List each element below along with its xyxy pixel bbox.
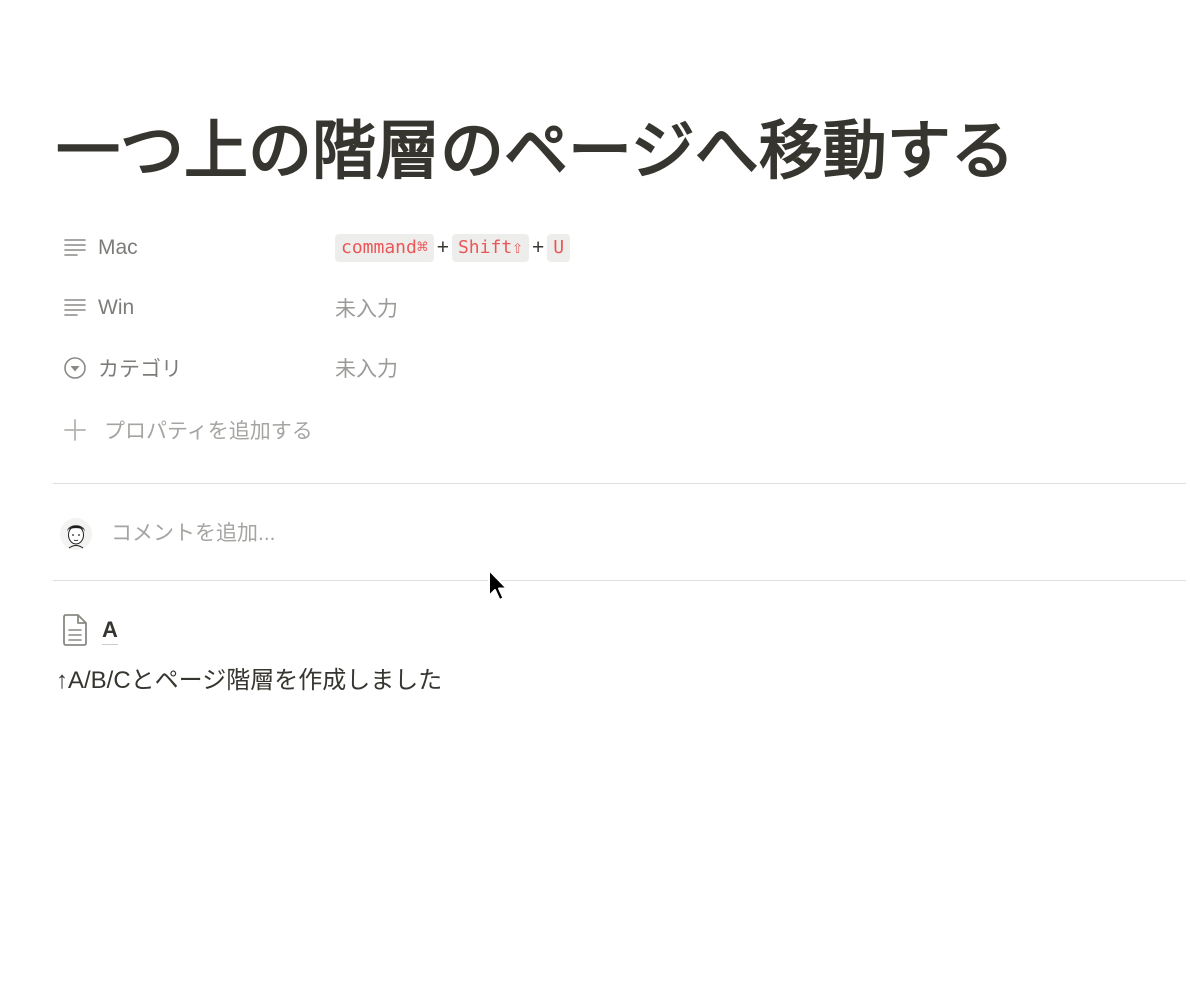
key-shift: Shift⇧ (451, 234, 529, 262)
property-name-category[interactable]: カテゴリ (56, 348, 335, 388)
divider (53, 483, 1186, 484)
property-value-win[interactable]: 未入力 (335, 288, 398, 328)
key-u: U (547, 234, 571, 262)
property-row-mac: Mac command⌘ + Shift⇧ + U (56, 228, 1176, 268)
subpage-label: A (102, 616, 118, 645)
property-value-mac[interactable]: command⌘ + Shift⇧ + U (335, 228, 571, 268)
text-lines-icon (63, 236, 87, 260)
property-name-win[interactable]: Win (56, 288, 335, 328)
plus-icon (64, 419, 86, 441)
key-command: command⌘ (335, 234, 434, 262)
page: 一つ上の階層のページへ移動する Mac command⌘ + Shift⇧ + (0, 0, 1190, 1000)
comment-input[interactable] (111, 522, 711, 546)
select-circle-icon (63, 356, 87, 380)
body-paragraph[interactable]: ↑A/B/Cとページ階層を作成しました (56, 664, 442, 698)
key-separator: + (532, 236, 545, 259)
page-title[interactable]: 一つ上の階層のページへ移動する (56, 108, 1015, 196)
property-label: Mac (98, 236, 138, 259)
property-value-category[interactable]: 未入力 (335, 348, 398, 388)
key-separator: + (436, 236, 449, 259)
comment-row (60, 514, 711, 554)
property-row-category: カテゴリ 未入力 (56, 348, 1176, 388)
divider (53, 580, 1186, 581)
user-avatar-icon (60, 518, 92, 550)
add-property-label: プロパティを追加する (104, 420, 313, 443)
property-label: カテゴリ (98, 358, 182, 381)
property-label: Win (98, 296, 135, 319)
text-lines-icon (63, 296, 87, 320)
property-name-mac[interactable]: Mac (56, 228, 335, 268)
subpage-link-a[interactable]: A (60, 610, 118, 650)
property-row-win: Win 未入力 (56, 288, 1176, 328)
add-property-button[interactable]: プロパティを追加する (56, 410, 313, 450)
mouse-cursor-icon (488, 569, 508, 601)
document-icon (63, 614, 87, 646)
